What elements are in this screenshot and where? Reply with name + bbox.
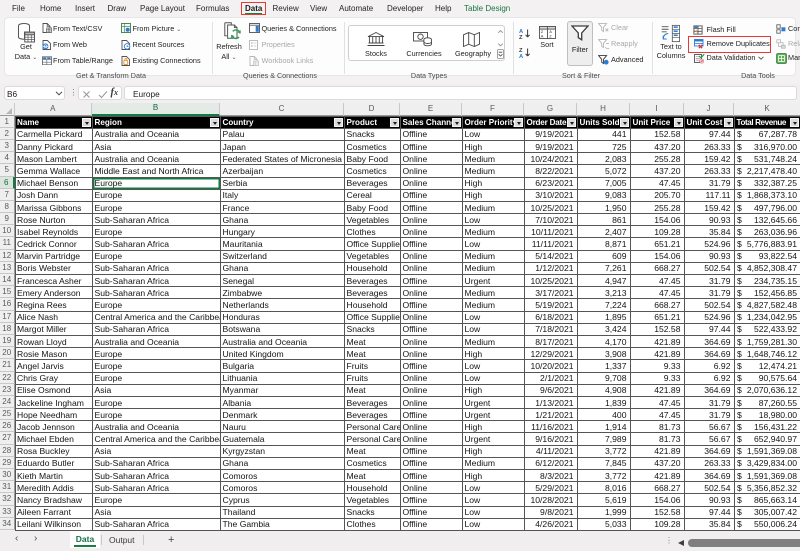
svg-text:Z: Z — [519, 34, 523, 38]
svg-text:A: A — [519, 53, 524, 57]
svg-text:A: A — [540, 34, 543, 39]
